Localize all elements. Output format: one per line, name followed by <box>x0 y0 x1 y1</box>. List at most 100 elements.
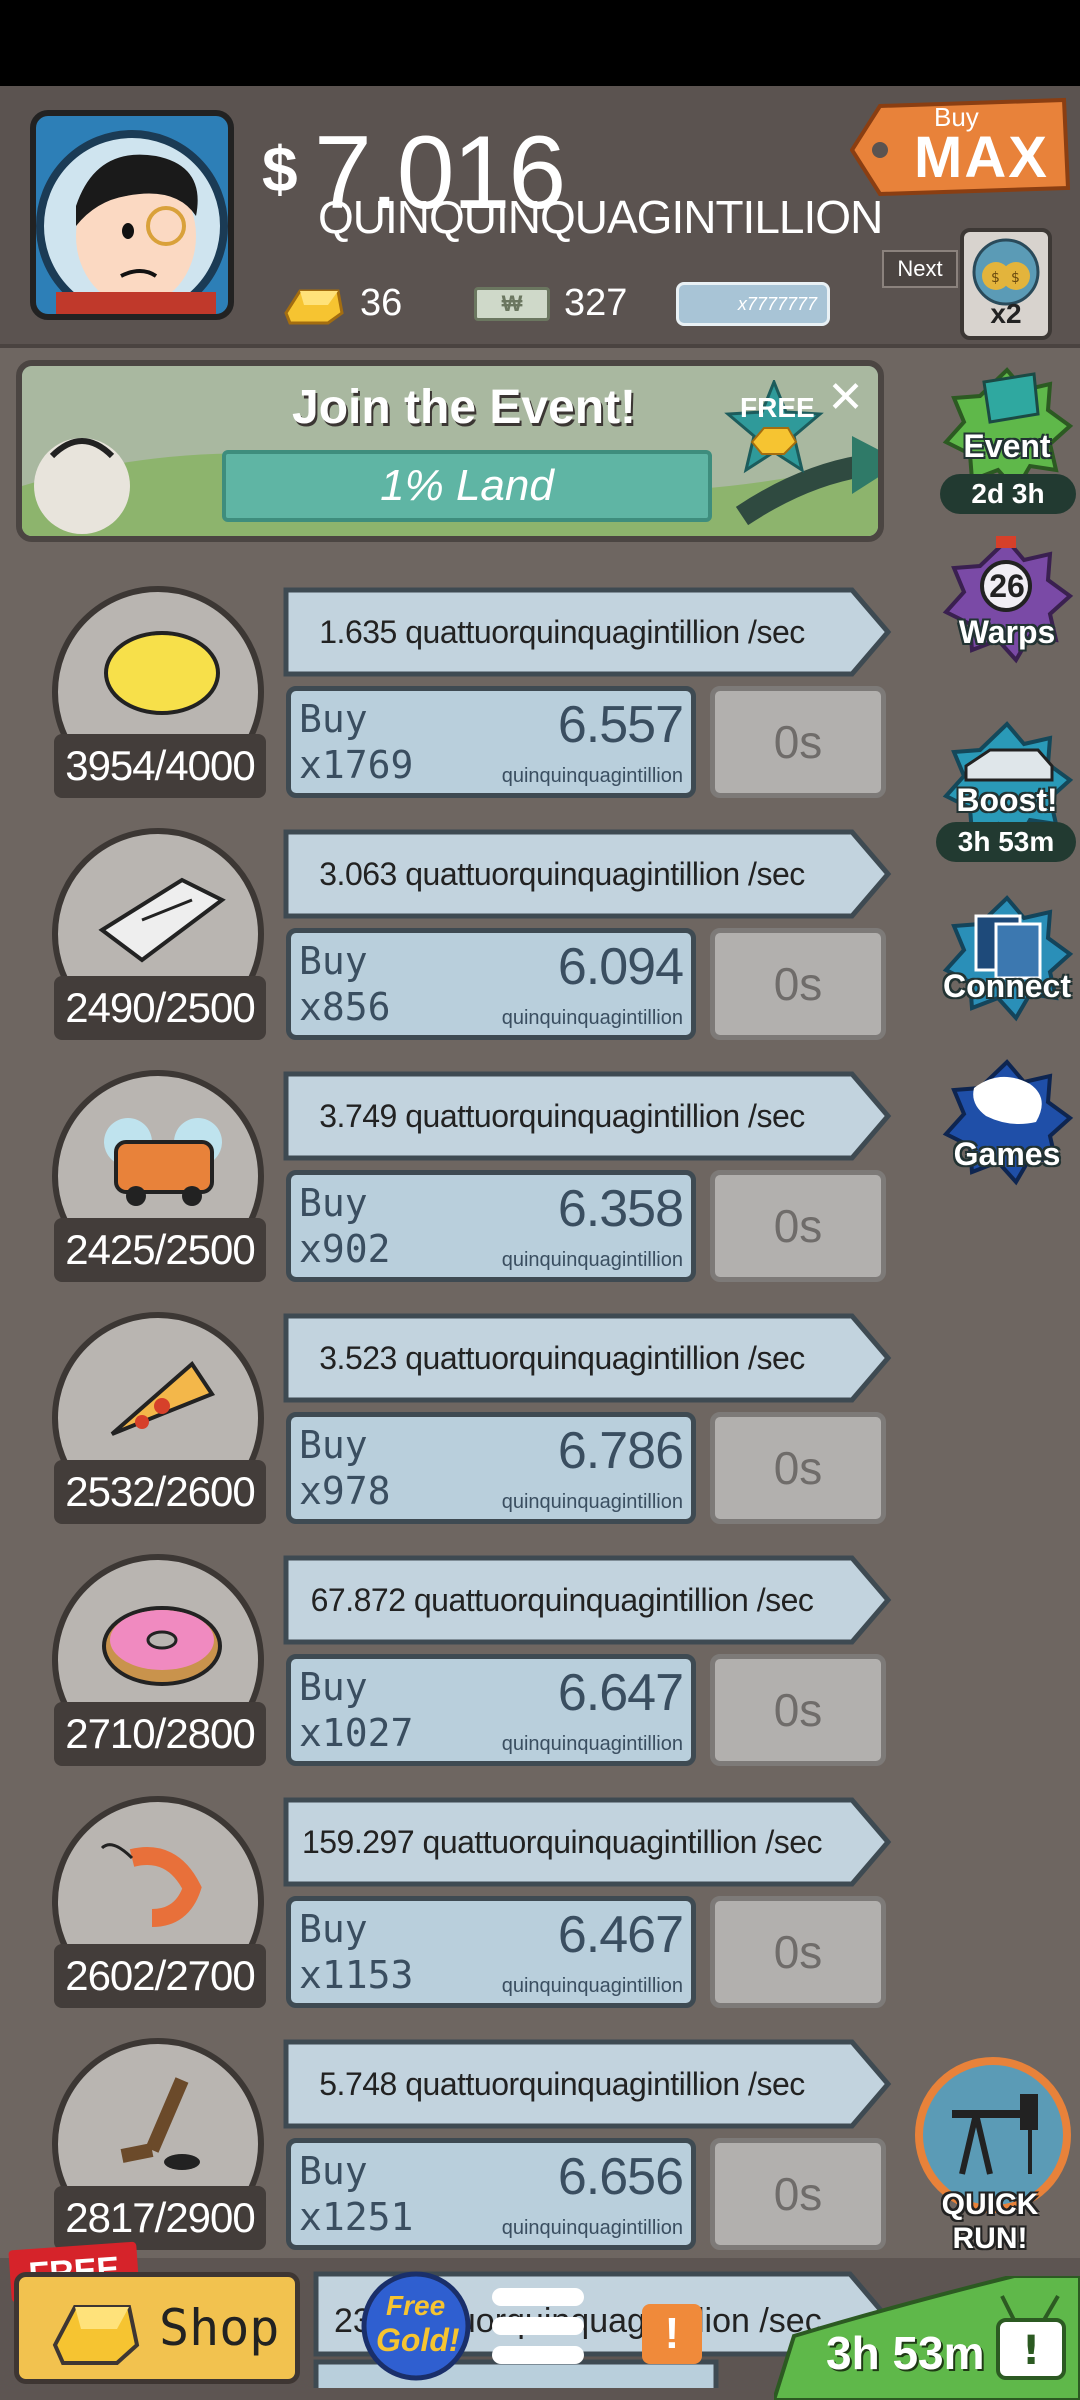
megabucks-amount: 327 <box>564 282 628 324</box>
buy-cost-unit: quinquinquagintillion <box>501 1733 683 1755</box>
free-badge-label: FREE <box>740 392 815 423</box>
buy-quantity: x1027 <box>299 1711 414 1755</box>
business-count-text: 2817/2900 <box>65 2194 256 2241</box>
event-side-button[interactable]: Event 2d 3h <box>940 366 1076 514</box>
shop-button[interactable]: Shop <box>14 2272 300 2384</box>
buy-quantity: x1251 <box>299 2195 414 2239</box>
buy-quantity: x902 <box>299 1227 391 1271</box>
buy-button[interactable]: Buy x1153 6.467 quinquinquagintillion <box>286 1896 696 2008</box>
warps-count: 26 <box>989 568 1025 604</box>
menu-button[interactable] <box>488 2284 588 2368</box>
business-row-lemon: 3954/4000 1.635 quattuorquinquagintillion… <box>0 586 900 826</box>
connect-cards-icon <box>942 895 1074 1022</box>
hamburger-menu-icon <box>492 2288 584 2364</box>
buy-label: Buy <box>299 1181 368 1225</box>
games-side-button[interactable]: Games <box>940 1058 1074 1192</box>
next-upgrade-label: Next <box>882 250 958 288</box>
business-row-shrimp: 2602/2700 159.297 quattuorquinquagintilli… <box>0 1796 900 2036</box>
buy-label: Buy <box>299 1907 368 1951</box>
business-count: 3954/4000 <box>54 734 266 798</box>
gold-amount: 36 <box>360 282 403 324</box>
free-gold-line2: Gold! <box>376 2322 460 2358</box>
buy-cost: 6.467 <box>557 1906 684 1964</box>
business-rate: 3.063 quattuorquinquagintillion /sec <box>319 855 805 892</box>
business-rate: 5.748 quattuorquinquagintillion /sec <box>319 2065 805 2102</box>
business-count-text: 3954/4000 <box>65 742 256 789</box>
business-count: 2425/2500 <box>54 1218 266 1282</box>
free-gold-line1: Free <box>386 2290 446 2321</box>
boost-side-button[interactable]: Boost! 3h 53m <box>936 720 1076 862</box>
buy-cost-unit: quinquinquagintillion <box>501 2217 683 2239</box>
buy-button[interactable]: Buy x978 6.786 quinquinquagintillion <box>286 1412 696 1524</box>
business-timer[interactable]: 0s <box>710 1412 886 1524</box>
buy-cost: 6.656 <box>557 2148 684 2206</box>
event-side-label: Event <box>963 428 1051 464</box>
connect-side-label: Connect <box>943 968 1071 1004</box>
business-rate: 159.297 quattuorquinquagintillion /sec <box>301 1823 823 1860</box>
buy-cost: 6.557 <box>557 696 684 754</box>
event-banner[interactable]: Join the Event! 1% Land FREE ✕ <box>16 360 884 542</box>
buy-button[interactable]: Buy x902 6.358 quinquinquagintillion <box>286 1170 696 1282</box>
money-bags-icon: $ $ <box>972 238 1040 306</box>
mega-ticket-badge[interactable]: x7777777 <box>676 282 830 326</box>
quick-run-label: QUICK RUN! <box>941 2188 1039 2255</box>
buy-quantity: x856 <box>299 985 391 1029</box>
pizza-icon <box>110 1360 216 1436</box>
buy-max-button[interactable]: Buy MAX <box>849 96 1072 200</box>
free-gold-button[interactable]: Free Gold! <box>360 2270 472 2382</box>
next-upgrade-button[interactable]: $ $ x2 <box>960 228 1052 340</box>
warps-side-label: Warps <box>958 614 1056 650</box>
business-timer[interactable]: 0s <box>710 1170 886 1282</box>
business-rate: 3.749 quattuorquinquagintillion /sec <box>319 1097 805 1134</box>
buy-cost: 6.358 <box>557 1180 684 1238</box>
gold-bar-icon <box>284 289 344 324</box>
newspaper-icon <box>98 877 226 963</box>
megabucks-counter: ₩ 327 <box>474 282 627 325</box>
lemon-icon <box>104 631 220 715</box>
business-timer[interactable]: 0s <box>710 2138 886 2250</box>
business-count: 2710/2800 <box>54 1702 266 1766</box>
buy-quantity: x1153 <box>299 1953 414 1997</box>
business-timer[interactable]: 0s <box>710 928 886 1040</box>
buy-label: Buy <box>299 697 368 741</box>
business-count-text: 2490/2500 <box>65 984 256 1031</box>
business-timer[interactable]: 0s <box>710 1654 886 1766</box>
shop-label: Shop <box>159 2299 280 2357</box>
business-rate: 3.523 quattuorquinquagintillion /sec <box>319 1339 805 1376</box>
buy-cost-unit: quinquinquagintillion <box>501 1491 683 1513</box>
shop-gold-icon <box>52 2305 140 2365</box>
next-multiplier: x2 <box>990 298 1022 329</box>
business-timer[interactable]: 0s <box>710 1896 886 2008</box>
business-count: 2532/2600 <box>54 1460 266 1524</box>
buy-button[interactable]: Buy x1027 6.647 quinquinquagintillion <box>286 1654 696 1766</box>
buy-quantity: x978 <box>299 1469 391 1513</box>
buy-cost: 6.094 <box>557 938 684 996</box>
event-progress-bar: 1% Land <box>222 450 712 522</box>
buy-button[interactable]: Buy x1251 6.656 quinquinquagintillion <box>286 2138 696 2250</box>
svg-text:$: $ <box>1011 270 1020 286</box>
boost-timer: 3h 53m <box>936 822 1076 862</box>
buy-quantity: x1769 <box>299 743 414 787</box>
money-unit: QUINQUINQUAGINTILLION <box>318 191 883 243</box>
svg-text:$: $ <box>991 270 1000 286</box>
business-row-newspaper: 2490/2500 3.063 quattuorquinquagintillion… <box>0 828 900 1068</box>
alert-icon[interactable]: ! <box>642 2304 702 2364</box>
buy-cost-unit: quinquinquagintillion <box>501 765 683 787</box>
connect-side-button[interactable]: Connect <box>940 894 1074 1028</box>
buy-button[interactable]: Buy x856 6.094 quinquinquagintillion <box>286 928 696 1040</box>
shrimp-icon <box>100 1843 202 1927</box>
warps-side-button[interactable]: 26 Warps <box>940 536 1074 670</box>
currency-symbol: $ <box>262 133 298 205</box>
boost-side-label: Boost! <box>956 782 1058 818</box>
astronaut-icon <box>36 130 228 314</box>
free-gold-badge: FREE <box>722 377 826 484</box>
business-count: 2817/2900 <box>54 2186 266 2250</box>
buy-label: Buy <box>299 1665 368 1709</box>
buy-cost: 6.647 <box>557 1664 684 1722</box>
close-icon[interactable]: ✕ <box>827 372 864 423</box>
business-timer[interactable]: 0s <box>710 686 886 798</box>
player-avatar[interactable] <box>30 110 234 320</box>
buy-button[interactable]: Buy x1769 6.557 quinquinquagintillion <box>286 686 696 798</box>
buy-max-big: MAX <box>914 125 1049 190</box>
business-count-text: 2425/2500 <box>65 1226 256 1273</box>
